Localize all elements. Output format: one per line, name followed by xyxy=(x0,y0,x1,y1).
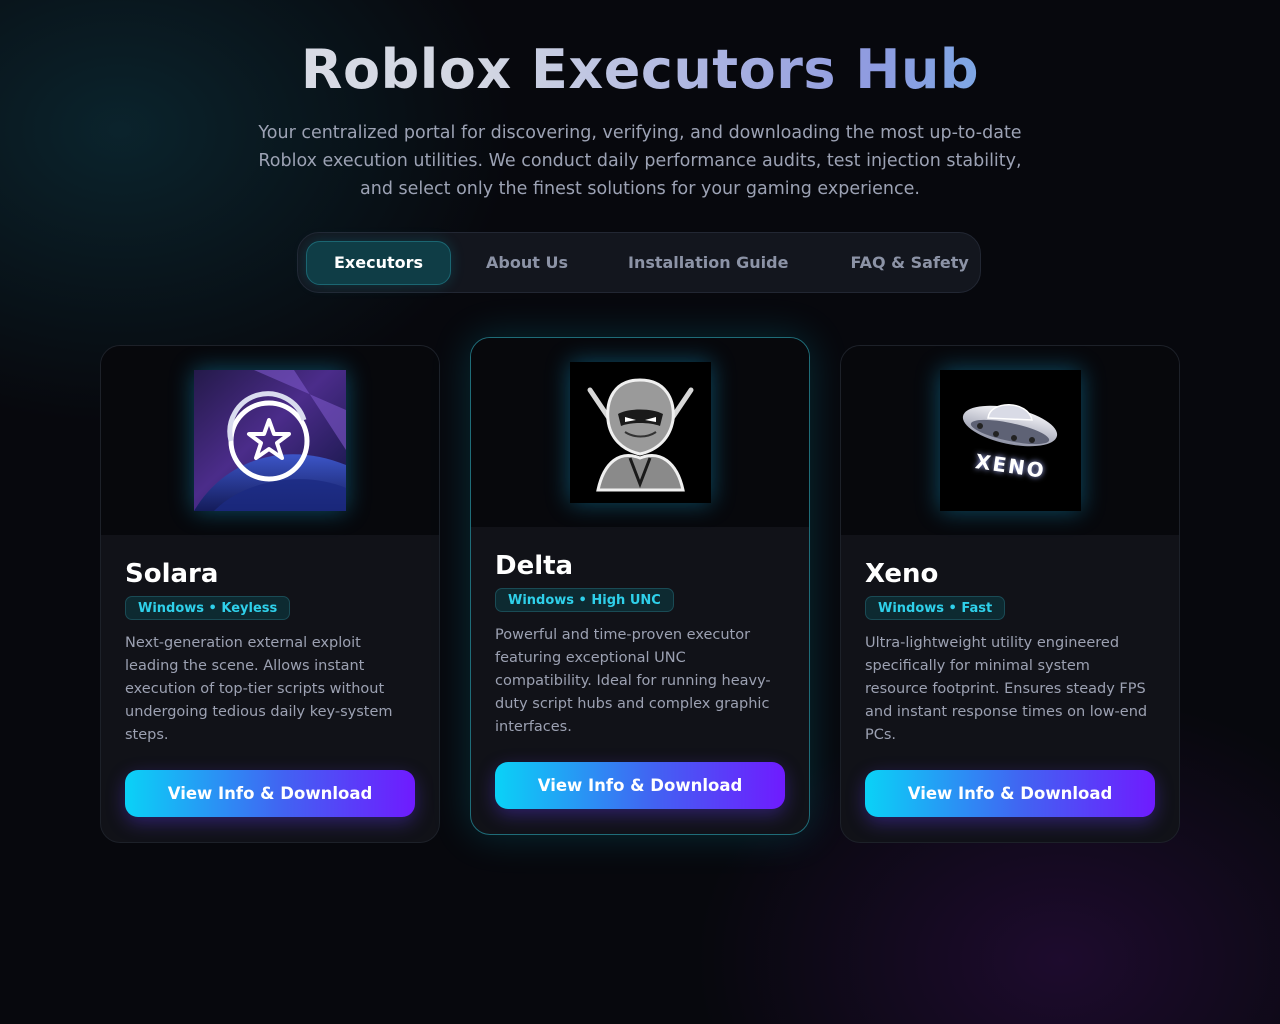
download-button[interactable]: View Info & Download xyxy=(495,762,785,809)
executor-name: Xeno xyxy=(865,559,939,589)
executor-card-delta: Delta Windows • High UNC Powerful and ti… xyxy=(470,337,810,835)
ufo-icon xyxy=(940,370,1081,511)
tab-faq-safety[interactable]: FAQ & Safety xyxy=(823,241,995,285)
solara-logo xyxy=(194,370,346,511)
executor-name: Delta xyxy=(495,551,574,581)
card-image-area xyxy=(101,346,439,535)
tab-about-us[interactable]: About Us xyxy=(459,241,595,285)
executor-description: Ultra-lightweight utility engineered spe… xyxy=(865,635,1148,743)
tab-bar: Executors About Us Installation Guide FA… xyxy=(297,232,981,293)
executor-description: Powerful and time-proven executor featur… xyxy=(495,627,771,735)
star-circle-icon xyxy=(194,370,346,511)
card-body: Xeno Windows • Fast Ultra-lightweight ut… xyxy=(865,558,1157,747)
ninja-icon xyxy=(570,362,711,503)
card-body: Delta Windows • High UNC Powerful and ti… xyxy=(495,550,787,739)
hero: Roblox Executors Hub Your centralized po… xyxy=(0,38,1280,203)
platform-badge: Windows • High UNC xyxy=(495,588,674,612)
tab-installation-guide[interactable]: Installation Guide xyxy=(601,241,815,285)
executor-name: Solara xyxy=(125,559,219,589)
executor-description: Next-generation external exploit leading… xyxy=(125,635,393,743)
download-button[interactable]: View Info & Download xyxy=(865,770,1155,817)
card-image-area: XENO xyxy=(841,346,1179,535)
tab-executors[interactable]: Executors xyxy=(306,240,452,285)
xeno-logo: XENO xyxy=(940,370,1081,511)
download-button[interactable]: View Info & Download xyxy=(125,770,415,817)
card-body: Solara Windows • Keyless Next-generation… xyxy=(125,558,417,747)
card-image-area xyxy=(471,338,809,527)
page-title: Roblox Executors Hub xyxy=(0,38,1280,102)
delta-logo xyxy=(570,362,711,503)
page-subtitle: Your centralized portal for discovering,… xyxy=(258,123,1022,199)
executor-card-solara: Solara Windows • Keyless Next-generation… xyxy=(100,345,440,843)
platform-badge: Windows • Fast xyxy=(865,596,1006,620)
executor-card-xeno: XENO Xeno Windows • Fast Ultra-lightweig… xyxy=(840,345,1180,843)
platform-badge: Windows • Keyless xyxy=(125,596,291,620)
